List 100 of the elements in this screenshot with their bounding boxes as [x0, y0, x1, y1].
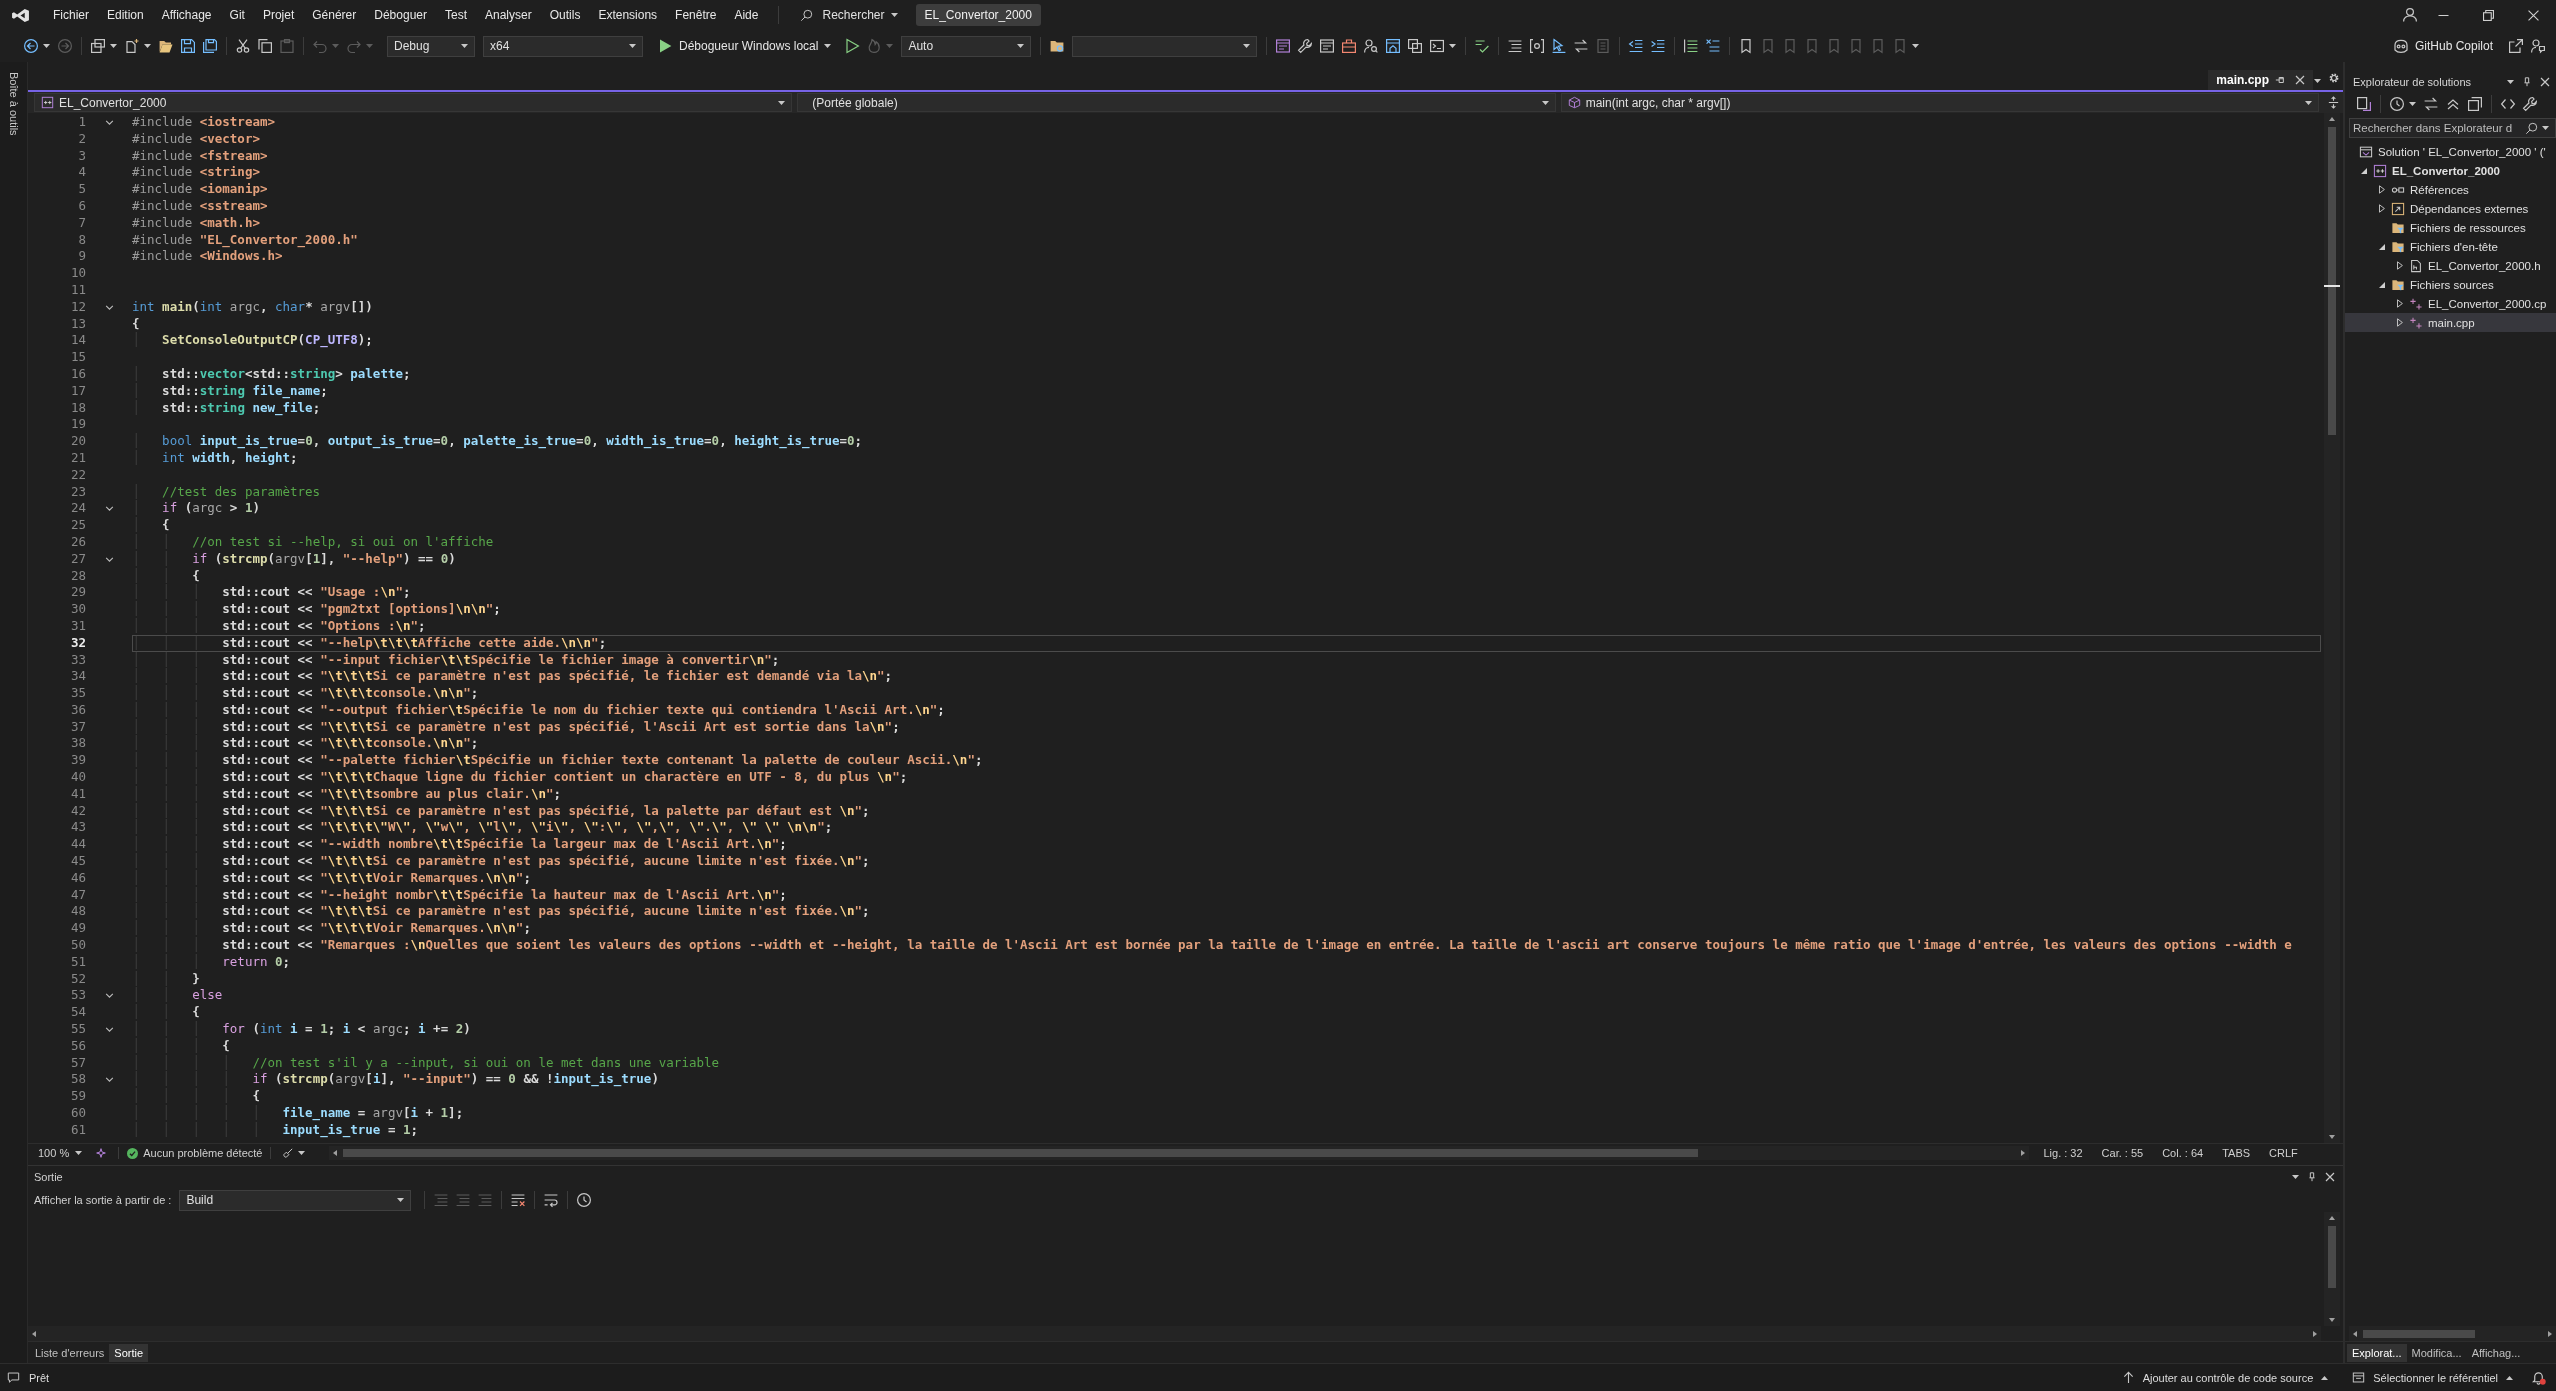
triangle-left-icon[interactable] — [32, 1330, 36, 1337]
tree-item[interactable]: main.cpp — [2345, 313, 2556, 332]
tree-item[interactable]: Solution ' EL_Convertor_2000 ' (' — [2345, 142, 2556, 161]
scroll-thumb[interactable] — [343, 1149, 1699, 1157]
folder-icon[interactable] — [158, 38, 174, 54]
restore-icon[interactable] — [2483, 9, 2494, 21]
outdent-icon[interactable] — [1628, 38, 1645, 54]
panel-tab[interactable]: Sortie — [109, 1343, 149, 1362]
scissors-icon[interactable] — [235, 38, 251, 54]
close-icon[interactable] — [2528, 9, 2539, 21]
caret-icon[interactable] — [110, 44, 117, 48]
triangle-right-icon[interactable] — [2313, 1330, 2317, 1337]
menu-item[interactable]: Projet — [254, 5, 303, 25]
panel-tab[interactable]: Explorat... — [2347, 1343, 2407, 1362]
platform-dropdown[interactable]: x64 — [483, 35, 643, 57]
close-icon[interactable] — [2540, 77, 2550, 87]
caret-icon[interactable] — [1912, 44, 1920, 48]
play-outline-icon[interactable] — [844, 38, 861, 54]
window-list-icon[interactable] — [1319, 38, 1336, 54]
close-icon[interactable] — [2325, 1172, 2335, 1182]
corner-triangle-icon[interactable] — [2379, 243, 2385, 250]
wrap-lines-icon[interactable] — [543, 1192, 560, 1208]
lines-icon[interactable] — [1507, 38, 1524, 54]
split-icon[interactable] — [2327, 96, 2340, 109]
search-button[interactable]: Rechercher — [789, 5, 906, 25]
triangle-right-icon[interactable] — [2021, 1150, 2026, 1156]
menu-item[interactable]: Fichier — [45, 5, 97, 25]
line-indicator[interactable]: Lig. : 32 — [2043, 1147, 2083, 1159]
triangle-right-icon[interactable] — [2379, 185, 2385, 194]
caret-icon[interactable] — [43, 44, 50, 48]
character-indicator[interactable]: Car. : 55 — [2101, 1147, 2144, 1159]
window-swap-icon[interactable] — [2356, 96, 2372, 112]
mode-dropdown[interactable]: Auto — [901, 35, 1032, 57]
swap-arrows-icon[interactable] — [2423, 96, 2439, 112]
toolbox-tab[interactable]: Boîte à outils — [8, 72, 20, 136]
menu-item[interactable]: Analyser — [477, 5, 540, 25]
triangle-right-icon[interactable] — [2397, 299, 2403, 308]
triangle-down-icon[interactable] — [2329, 1135, 2335, 1139]
indentation-indicator[interactable]: TABS — [2222, 1147, 2251, 1159]
scope-dropdown[interactable]: (Portée globale) — [797, 93, 1556, 112]
triangle-right-icon[interactable] — [2379, 204, 2385, 213]
caret-icon[interactable] — [2409, 102, 2416, 106]
chevron-down-icon[interactable] — [104, 506, 114, 512]
menu-item[interactable]: Test — [437, 5, 475, 25]
tree-item[interactable]: Fichiers d'en-tête — [2345, 237, 2556, 256]
undo-icon[interactable] — [312, 38, 328, 54]
chevron-down-icon[interactable] — [104, 1026, 114, 1032]
window-home-icon[interactable] — [1385, 38, 1402, 54]
chevron-down-icon[interactable] — [104, 119, 114, 125]
triangle-up-icon[interactable] — [2329, 117, 2335, 121]
column-indicator[interactable]: Col. : 64 — [2162, 1147, 2204, 1159]
triangle-up-icon[interactable] — [2329, 1216, 2335, 1220]
document-tab[interactable]: main.cpp — [2208, 70, 2313, 90]
caret-icon[interactable] — [2314, 79, 2321, 83]
scroll-thumb[interactable] — [2363, 1329, 2475, 1338]
pin-icon[interactable] — [2275, 75, 2285, 85]
copy-icon[interactable] — [257, 38, 273, 54]
triangle-down-icon[interactable] — [2329, 1318, 2335, 1322]
triangle-right-icon[interactable] — [2548, 1330, 2552, 1337]
horizontal-scrollbar[interactable] — [2349, 1326, 2556, 1341]
caret-icon[interactable] — [1449, 44, 1457, 48]
close-icon[interactable] — [2295, 75, 2305, 85]
scroll-thumb[interactable] — [2328, 127, 2336, 435]
menu-item[interactable]: Extensions — [590, 5, 666, 25]
windows-icon[interactable] — [1407, 38, 1424, 54]
caret-icon[interactable] — [144, 44, 151, 48]
folder-icon[interactable] — [1049, 38, 1066, 54]
gear-icon[interactable] — [2329, 73, 2339, 83]
person-icon[interactable] — [2402, 7, 2418, 23]
bell-icon[interactable] — [2531, 1370, 2546, 1385]
chat-box-icon[interactable] — [7, 1371, 20, 1384]
caret-icon[interactable] — [2507, 80, 2514, 84]
chevron-down-icon[interactable] — [104, 993, 114, 999]
flame-icon[interactable] — [866, 38, 883, 54]
corner-triangle-icon[interactable] — [2379, 281, 2385, 288]
configuration-dropdown[interactable]: Debug — [387, 35, 475, 57]
vertical-scrollbar[interactable] — [2324, 113, 2340, 1143]
triangle-left-icon[interactable] — [2353, 1330, 2357, 1337]
uncomment-lines-icon[interactable] — [1705, 38, 1722, 54]
pointer-icon[interactable] — [1551, 38, 1568, 54]
line-endings-indicator[interactable]: CRLF — [2269, 1147, 2298, 1159]
vertical-scrollbar[interactable] — [2324, 1212, 2340, 1326]
corner-triangle-icon[interactable] — [2361, 167, 2367, 174]
menu-item[interactable]: Aide — [726, 5, 767, 25]
caret-icon[interactable] — [298, 1151, 306, 1155]
clock-icon[interactable] — [576, 1192, 593, 1208]
tree-item[interactable]: Fichiers de ressources — [2345, 218, 2556, 237]
person-feedback-icon[interactable] — [2530, 38, 2546, 54]
menu-item[interactable]: Générer — [304, 5, 365, 25]
search-field[interactable]: Rechercher dans Explorateur d — [2349, 118, 2556, 138]
search-icon[interactable] — [2525, 121, 2538, 135]
menu-item[interactable]: Git — [221, 5, 253, 25]
floppy-disk-icon[interactable] — [180, 38, 196, 54]
brackets-icon[interactable] — [1529, 38, 1546, 54]
member-dropdown[interactable]: main(int argc, char * argv[]) — [1560, 93, 2319, 112]
tree-item[interactable]: EL_Convertor_2000.h — [2345, 256, 2556, 275]
swap-arrows-icon[interactable] — [1573, 38, 1590, 54]
ribbon-logo-icon[interactable] — [11, 7, 30, 23]
triangle-right-icon[interactable] — [2397, 318, 2403, 327]
copilot-button[interactable]: GitHub Copilot — [2386, 35, 2499, 57]
